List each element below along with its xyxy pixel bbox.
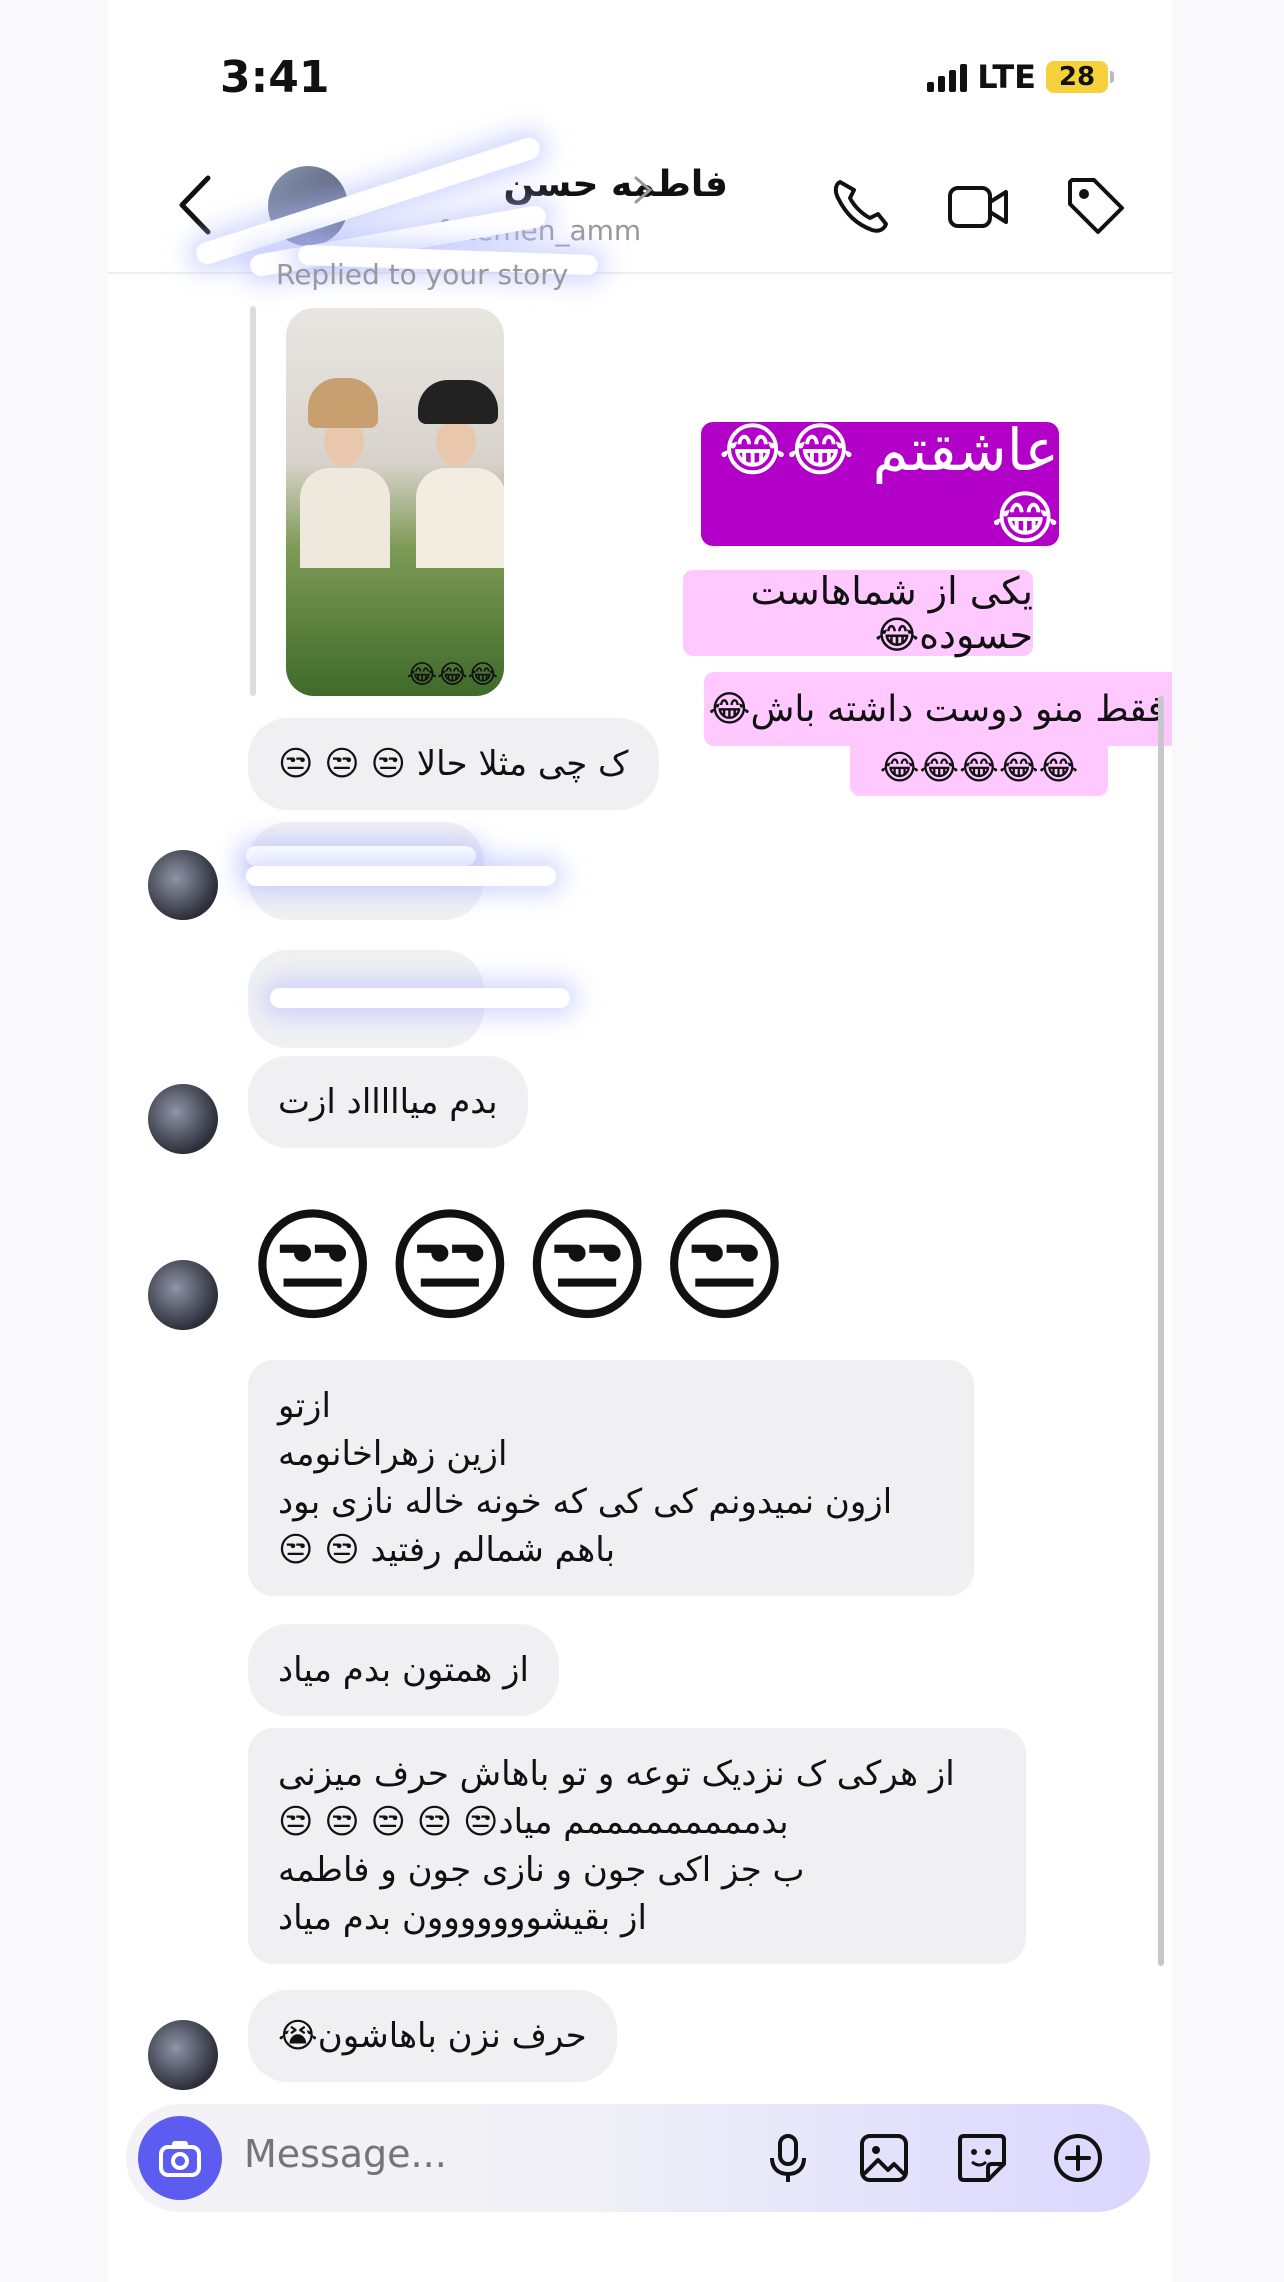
reply-indicator bbox=[250, 306, 256, 696]
message-bubble[interactable]: از هرکی ک نزدیک توعه و تو باهاش حرف میزن… bbox=[248, 1728, 1026, 1964]
phone-icon[interactable] bbox=[826, 172, 894, 240]
chevron-right-icon[interactable] bbox=[628, 170, 658, 210]
signal-icon bbox=[927, 62, 968, 92]
message-bubble[interactable]: ازتو ازین زهراخانومه ازون نمیدونم کی کی … bbox=[248, 1360, 974, 1596]
avatar[interactable] bbox=[148, 2020, 218, 2090]
emoji-message[interactable]: 😒😒😒😒 bbox=[248, 1195, 797, 1339]
status-indicators: LTE 28 bbox=[927, 58, 1114, 96]
image-icon[interactable] bbox=[856, 2130, 912, 2186]
message-bubble[interactable]: از همتون بدم میاد bbox=[248, 1624, 559, 1716]
microphone-icon[interactable] bbox=[760, 2130, 816, 2186]
redaction-mark bbox=[246, 866, 556, 886]
sticker-icon[interactable] bbox=[954, 2130, 1010, 2186]
message-bubble[interactable]: بدم میاااااد ازت bbox=[248, 1056, 528, 1148]
redaction-mark bbox=[246, 846, 476, 866]
battery-level: 28 bbox=[1058, 62, 1096, 92]
story-text-sticker: یکی از شماهاست حسوده😂 bbox=[683, 569, 1033, 657]
story-thumbnail[interactable]: 😂😂😂 bbox=[286, 308, 504, 696]
story-emoji: 😂😂😂 bbox=[406, 660, 498, 690]
chevron-left-icon[interactable] bbox=[170, 170, 220, 240]
avatar[interactable] bbox=[148, 850, 218, 920]
story-text-sticker: 😂😂😂😂😂 bbox=[850, 740, 1108, 796]
message-input[interactable] bbox=[244, 2132, 704, 2176]
story-text-sticker: میگه فقط منو دوست داشته باش😂 bbox=[704, 672, 1172, 746]
story-reply-label: Replied to your story bbox=[276, 258, 569, 291]
tag-icon[interactable] bbox=[1062, 172, 1130, 240]
avatar[interactable] bbox=[148, 1084, 218, 1154]
redaction-mark bbox=[270, 988, 570, 1008]
scrollbar[interactable] bbox=[1158, 696, 1164, 1966]
message-bubble[interactable]: ک چی مثلا حالا 😒 😒 😒 bbox=[248, 718, 659, 810]
plus-circle-icon[interactable] bbox=[1050, 2130, 1106, 2186]
battery-icon: 28 bbox=[1046, 61, 1114, 93]
story-text-sticker: عاشقتم 😂😂😂 bbox=[701, 416, 1059, 552]
video-camera-icon[interactable] bbox=[944, 172, 1012, 240]
phone-screen: 3:41 LTE 28 فاطمه حسن fatemeh_amm Replie… bbox=[108, 0, 1172, 2282]
network-type: LTE bbox=[977, 58, 1036, 96]
avatar[interactable] bbox=[148, 1260, 218, 1330]
message-bubble[interactable]: حرف نزن باهاشون😭 bbox=[248, 1990, 617, 2082]
message-composer bbox=[126, 2104, 1150, 2212]
chat-header: فاطمه حسن fatemeh_amm bbox=[108, 134, 1172, 278]
status-time: 3:41 bbox=[220, 52, 330, 103]
camera-icon[interactable] bbox=[138, 2116, 222, 2200]
